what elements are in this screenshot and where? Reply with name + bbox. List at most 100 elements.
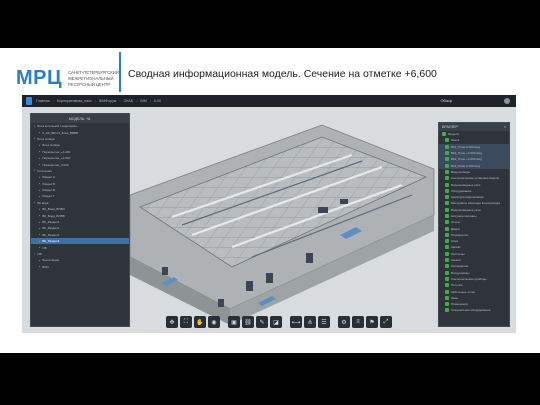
browser-item-label: ВК1_План +3.000.dwg	[451, 151, 482, 156]
visibility-checkbox[interactable]	[445, 201, 449, 206]
browser-panel: БРАУЗЕР × Модели Лента ВК1_План 0.000.dwg В…	[438, 122, 510, 327]
visibility-checkbox[interactable]	[445, 220, 449, 225]
visibility-checkbox[interactable]	[445, 188, 449, 193]
expand-icon[interactable]: ▾	[34, 253, 35, 256]
visibility-checkbox[interactable]	[445, 302, 449, 307]
properties-icon[interactable]: ≡	[352, 316, 364, 328]
breadcrumb-item[interactable]: 6.00	[154, 99, 161, 103]
layers-icon[interactable]: ☰	[318, 316, 330, 328]
visibility-checkbox[interactable]	[445, 214, 449, 218]
visibility-checkbox[interactable]	[445, 182, 449, 187]
tree-item-label: Раздел Б	[42, 181, 56, 186]
review-button[interactable]: Обзор	[440, 98, 452, 103]
close-icon[interactable]: ×	[504, 125, 506, 129]
browser-panel-title: БРАУЗЕР	[442, 125, 458, 129]
browser-item-label: Крыши	[451, 258, 461, 263]
expand-icon[interactable]: ▸	[39, 144, 40, 147]
visibility-checkbox[interactable]	[445, 151, 449, 156]
browser-item[interactable]: Специальное оборудование	[439, 307, 509, 313]
viewer-toolbar: ✥ ⛶ ✋ ◉ ▣ ⛓ ✎ ◪ ⟷ ⋔ ☰ ⚙ ≡ ⚑ ⤢	[166, 316, 392, 329]
breadcrumb-item[interactable]: Корпоративная_папк	[57, 99, 92, 103]
expand-icon[interactable]: ▸	[39, 189, 40, 192]
browser-item-label: Водопроводы	[451, 169, 471, 174]
browser-item-label: Специальное оборудование	[451, 308, 491, 313]
browser-item-label: Сантехнические установки водопр.	[451, 176, 500, 181]
tree-item[interactable]: ▸ ВОО	[31, 264, 129, 270]
expand-icon[interactable]: ▸	[39, 233, 40, 236]
visibility-checkbox[interactable]	[445, 264, 449, 269]
expand-icon[interactable]: ▸	[39, 265, 40, 268]
visibility-checkbox[interactable]	[445, 276, 449, 281]
browser-item-label: Помещения	[451, 302, 468, 307]
breadcrumb-item[interactable]: Главная	[36, 99, 50, 103]
visibility-checkbox[interactable]	[445, 295, 449, 300]
tree-item-label: ОВ	[37, 252, 42, 256]
eye-icon[interactable]: ◉	[208, 316, 220, 328]
tree-item-label: ОВ	[42, 245, 47, 250]
visibility-checkbox[interactable]	[445, 239, 449, 244]
expand-icon[interactable]: ▸	[39, 259, 40, 262]
expand-icon[interactable]: ▾	[34, 169, 35, 172]
breadcrumb-separator: ›	[119, 99, 121, 103]
expand-icon[interactable]: ▸	[39, 182, 40, 185]
visibility-checkbox[interactable]	[445, 195, 449, 200]
section-icon[interactable]: ◪	[270, 316, 282, 328]
tree-item-label: Перекрытие_+4,200	[42, 149, 71, 154]
visibility-checkbox[interactable]	[445, 144, 449, 149]
expand-icon[interactable]: ▸	[39, 150, 40, 153]
visibility-checkbox[interactable]	[442, 132, 446, 137]
visibility-checkbox[interactable]	[445, 308, 449, 313]
visibility-checkbox[interactable]	[445, 258, 449, 263]
visibility-checkbox[interactable]	[445, 157, 449, 162]
breadcrumb-item[interactable]: BIM	[140, 99, 146, 103]
visibility-checkbox[interactable]	[445, 176, 449, 181]
expand-icon[interactable]: ▸	[39, 157, 40, 160]
visibility-checkbox[interactable]	[445, 226, 449, 231]
edit-icon[interactable]: ✎	[256, 316, 268, 328]
breadcrumb-item[interactable]: BIMФорум	[99, 99, 116, 103]
visibility-checkbox[interactable]	[445, 163, 449, 168]
expand-icon[interactable]: ▸	[39, 176, 40, 179]
measure-icon[interactable]: ⟷	[290, 316, 302, 328]
tree-item-label: Раздел А	[42, 175, 56, 180]
visibility-checkbox[interactable]	[445, 138, 449, 143]
avatar[interactable]	[504, 98, 510, 104]
visibility-checkbox[interactable]	[445, 245, 449, 250]
expand-icon[interactable]: ▸	[39, 163, 40, 166]
settings-icon[interactable]: ⚙	[338, 316, 350, 328]
cube-icon[interactable]: ▣	[228, 316, 240, 328]
expand-icon[interactable]: ▸	[39, 131, 40, 134]
breadcrumb-separator: ›	[149, 99, 151, 103]
expand-icon[interactable]: ▸	[39, 246, 40, 249]
move-icon[interactable]: ✥	[166, 316, 178, 328]
expand-icon[interactable]: ▸	[39, 240, 40, 243]
expand-icon[interactable]: ▸	[39, 227, 40, 230]
expand-icon[interactable]: ▸	[39, 195, 40, 198]
bim-viewer-window: Главная › Корпоративная_папк › BIMФорум › ОКАБ…	[22, 95, 516, 333]
visibility-checkbox[interactable]	[445, 207, 449, 212]
app-logo-icon[interactable]	[26, 97, 32, 105]
tree-item-label: ВК_Вода_ВОВО	[42, 207, 65, 212]
hand-icon[interactable]: ✋	[194, 316, 206, 328]
expand-icon[interactable]: ▸	[39, 208, 40, 211]
visibility-checkbox[interactable]	[445, 251, 449, 256]
tree-icon[interactable]: ⋔	[304, 316, 316, 328]
visibility-checkbox[interactable]	[445, 232, 449, 237]
visibility-checkbox[interactable]	[445, 289, 449, 294]
expand-icon[interactable]: ▸	[39, 214, 40, 217]
tree-item-label: ВК_Вода_ВОВВ	[42, 213, 65, 218]
link-icon[interactable]: ⛓	[242, 316, 254, 328]
visibility-checkbox[interactable]	[445, 169, 449, 174]
tree-item-label: ВК_Раздел4	[42, 239, 60, 244]
breadcrumb-item[interactable]: ОКАБ	[124, 99, 134, 103]
visibility-checkbox[interactable]	[445, 270, 449, 275]
bookmark-icon[interactable]: ⚑	[366, 316, 378, 328]
expand-icon[interactable]: ▸	[39, 221, 40, 224]
visibility-checkbox[interactable]	[445, 283, 449, 288]
expand-icon[interactable]: ▾	[34, 201, 35, 204]
expand-icon[interactable]: ▾	[34, 137, 35, 140]
browser-item-label: Каркас	[451, 245, 461, 250]
expand-icon[interactable]: ▾	[34, 125, 35, 128]
fit-icon[interactable]: ⛶	[180, 316, 192, 328]
fullscreen-icon[interactable]: ⤢	[380, 316, 392, 328]
